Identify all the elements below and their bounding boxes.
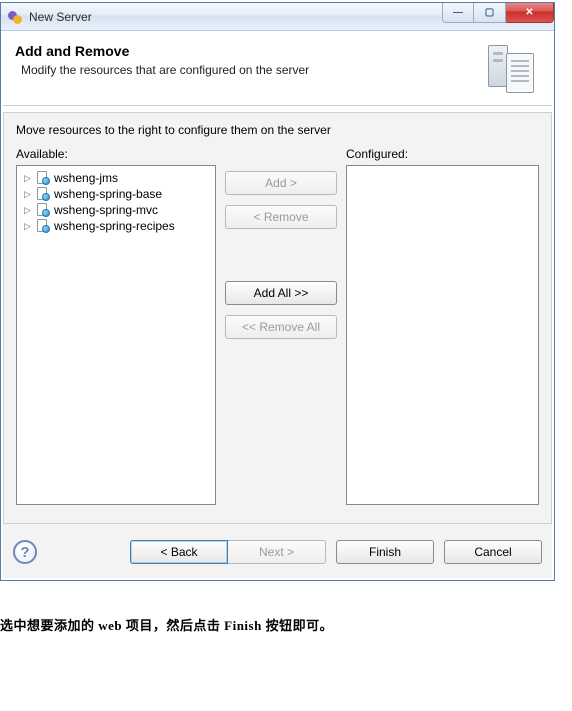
- titlebar[interactable]: New Server — ▢ ✕: [1, 3, 554, 31]
- wizard-footer: ? < Back Next > Finish Cancel: [3, 524, 552, 578]
- list-item[interactable]: ▷ wsheng-spring-base: [19, 186, 213, 202]
- configured-list[interactable]: [346, 165, 539, 505]
- web-module-icon: [36, 171, 50, 185]
- list-item-label: wsheng-spring-base: [54, 187, 162, 201]
- app-icon: [7, 9, 23, 25]
- add-button[interactable]: Add >: [225, 171, 337, 195]
- available-label: Available:: [16, 147, 216, 161]
- page-title: Add and Remove: [15, 43, 480, 59]
- list-item-label: wsheng-jms: [54, 171, 118, 185]
- expand-icon[interactable]: ▷: [23, 206, 32, 215]
- help-icon[interactable]: ?: [13, 540, 37, 564]
- web-module-icon: [36, 203, 50, 217]
- maximize-button[interactable]: ▢: [474, 3, 506, 23]
- expand-icon[interactable]: ▷: [23, 190, 32, 199]
- next-button[interactable]: Next >: [228, 540, 326, 564]
- caption-text: 选中想要添加的 web 项目，然后点击 Finish 按钮即可。: [0, 615, 572, 634]
- web-module-icon: [36, 187, 50, 201]
- list-item-label: wsheng-spring-mvc: [54, 203, 158, 217]
- remove-all-button[interactable]: << Remove All: [225, 315, 337, 339]
- dialog-window: New Server — ▢ ✕ Add and Remove Modify t…: [0, 2, 555, 581]
- configured-label: Configured:: [346, 147, 539, 161]
- available-list[interactable]: ▷ wsheng-jms ▷ wsheng-spring-base ▷: [16, 165, 216, 505]
- expand-icon[interactable]: ▷: [23, 222, 32, 231]
- web-module-icon: [36, 219, 50, 233]
- minimize-button[interactable]: —: [442, 3, 474, 23]
- cancel-button[interactable]: Cancel: [444, 540, 542, 564]
- list-item[interactable]: ▷ wsheng-spring-mvc: [19, 202, 213, 218]
- list-item[interactable]: ▷ wsheng-spring-recipes: [19, 218, 213, 234]
- list-item[interactable]: ▷ wsheng-jms: [19, 170, 213, 186]
- page-description: Modify the resources that are configured…: [15, 63, 480, 77]
- expand-icon[interactable]: ▷: [23, 174, 32, 183]
- window-title: New Server: [29, 10, 92, 24]
- back-button[interactable]: < Back: [130, 540, 228, 564]
- list-item-label: wsheng-spring-recipes: [54, 219, 175, 233]
- remove-button[interactable]: < Remove: [225, 205, 337, 229]
- add-all-button[interactable]: Add All >>: [225, 281, 337, 305]
- instruction-text: Move resources to the right to configure…: [16, 123, 539, 137]
- finish-button[interactable]: Finish: [336, 540, 434, 564]
- wizard-banner-icon: [488, 43, 538, 95]
- close-button[interactable]: ✕: [506, 3, 554, 23]
- wizard-header: Add and Remove Modify the resources that…: [3, 33, 552, 106]
